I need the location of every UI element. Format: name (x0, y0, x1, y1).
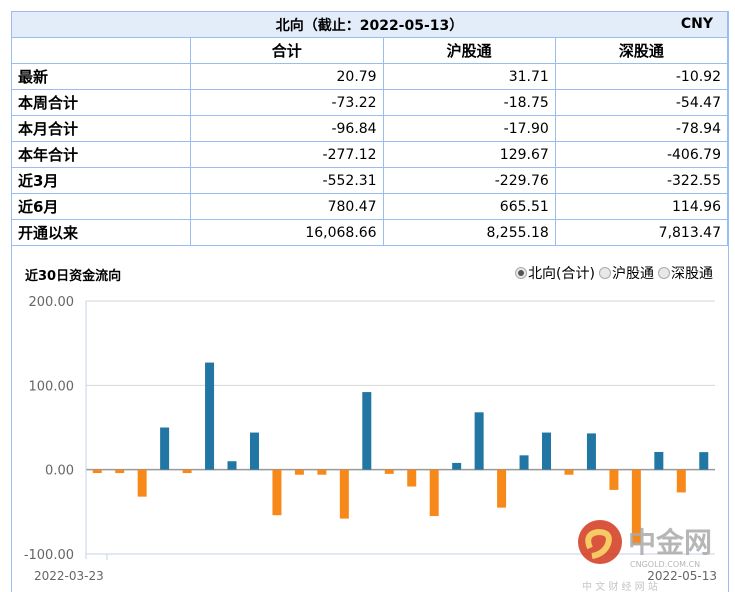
row-value: 780.47 (190, 193, 384, 220)
bar[interactable] (452, 462, 462, 470)
row-label: 最新 (11, 63, 191, 90)
bar[interactable] (699, 452, 709, 470)
column-total: 合计 (190, 37, 384, 64)
row-label: 开通以来 (11, 219, 191, 246)
radio-shenzhen[interactable]: 深股通 (658, 263, 713, 283)
bar[interactable] (676, 469, 686, 493)
row-value: -552.31 (190, 167, 384, 194)
radio-total[interactable]: 北向(合计) (515, 263, 595, 283)
row-value: -18.75 (382, 89, 556, 116)
radio-button-icon[interactable] (515, 267, 528, 279)
watermark-sub: 中 文 财 经 网 站 (582, 580, 658, 592)
row-value: -96.84 (190, 115, 384, 142)
bar[interactable] (407, 469, 417, 487)
bar[interactable] (249, 432, 259, 470)
bar[interactable] (160, 427, 170, 470)
watermark-brand: 中金网 (628, 526, 712, 559)
row-value: 16,068.66 (190, 219, 384, 246)
row-value: -10.92 (554, 63, 729, 90)
table-title: 北向（截止：2022-05-13） (275, 17, 464, 34)
row-value: -54.47 (554, 89, 729, 116)
y-tick-label: 200.00 (29, 295, 75, 310)
row-value: -78.94 (554, 115, 729, 142)
bar[interactable] (542, 432, 552, 470)
row-label: 本月合计 (11, 115, 191, 142)
chart-title: 近30日资金流向 (25, 269, 122, 284)
bar[interactable] (339, 469, 349, 519)
bar[interactable] (429, 469, 439, 517)
y-tick-label: 100.00 (29, 379, 75, 394)
row-value: -322.55 (554, 167, 729, 194)
bar[interactable] (182, 469, 192, 474)
row-value: -229.76 (382, 167, 556, 194)
column-shenzhen: 深股通 (554, 37, 729, 64)
row-value: 114.96 (554, 193, 729, 220)
radio-label: 沪股通 (612, 266, 654, 282)
column-shanghai: 沪股通 (382, 37, 556, 64)
table-row: 本周合计 -73.22 -18.75 -54.47 (11, 89, 729, 116)
row-label: 近6月 (11, 193, 191, 220)
row-label: 本年合计 (11, 141, 191, 168)
cngold-logo-icon (578, 520, 622, 564)
bar[interactable] (272, 469, 282, 516)
row-value: -277.12 (190, 141, 384, 168)
bar[interactable] (205, 362, 215, 470)
bar[interactable] (654, 451, 664, 470)
bar[interactable] (474, 412, 484, 470)
radio-button-icon[interactable] (599, 267, 611, 279)
bar[interactable] (519, 455, 529, 470)
row-label: 近3月 (11, 167, 191, 194)
bar[interactable] (497, 469, 507, 508)
bar[interactable] (294, 469, 304, 475)
row-value: 31.71 (382, 63, 556, 90)
northbound-table: 北向（截止：2022-05-13） CNY 合计 沪股通 深股通 最新 20.79 3… (11, 11, 729, 246)
bar[interactable] (609, 469, 619, 490)
row-value: 20.79 (190, 63, 384, 90)
row-value: -73.22 (190, 89, 384, 116)
table-row: 最新 20.79 31.71 -10.92 (11, 63, 729, 90)
table-header: 北向（截止：2022-05-13） CNY (11, 11, 728, 38)
bar[interactable] (564, 469, 574, 475)
bar[interactable] (115, 469, 125, 474)
bar[interactable] (384, 469, 394, 474)
row-value: -406.79 (554, 141, 729, 168)
bar[interactable] (92, 469, 102, 474)
radio-label: 北向(合计) (528, 266, 595, 282)
radio-button-icon[interactable] (658, 267, 670, 279)
row-value: 8,255.18 (382, 219, 556, 246)
y-tick-label: -100.00 (24, 548, 74, 563)
row-value: -17.90 (382, 115, 556, 142)
bar[interactable] (586, 433, 596, 470)
currency-label: CNY (680, 16, 713, 32)
flow-bar-chart: 200.00 100.00 0.00 -100.00 2022-03-23 2022-05… (24, 295, 717, 592)
bar[interactable] (317, 469, 327, 475)
table-row: 近3月 -552.31 -229.76 -322.55 (11, 167, 729, 194)
bar[interactable] (227, 461, 237, 470)
x-label-end: 2022-05-13 (647, 569, 717, 583)
x-label-start: 2022-03-23 (34, 569, 104, 583)
watermark-domain: CNGOLD.COM.CN (630, 560, 700, 569)
y-tick-label: 0.00 (45, 464, 74, 479)
radio-label: 深股通 (671, 266, 713, 282)
table-row: 本月合计 -96.84 -17.90 -78.94 (11, 115, 729, 142)
row-label: 本周合计 (11, 89, 191, 116)
row-value: 665.51 (382, 193, 556, 220)
table-row: 近6月 780.47 665.51 114.96 (11, 193, 729, 220)
table-row: 本年合计 -277.12 129.67 -406.79 (11, 141, 729, 168)
column-headers: 合计 沪股通 深股通 (11, 37, 729, 64)
table-row: 开通以来 16,068.66 8,255.18 7,813.47 (11, 219, 729, 246)
series-radio-group: 北向(合计) 沪股通 深股通 (515, 263, 713, 283)
row-value: 129.67 (382, 141, 556, 168)
bar[interactable] (362, 392, 372, 470)
row-value: 7,813.47 (554, 219, 729, 246)
bar[interactable] (137, 469, 147, 497)
radio-shanghai[interactable]: 沪股通 (599, 263, 654, 283)
